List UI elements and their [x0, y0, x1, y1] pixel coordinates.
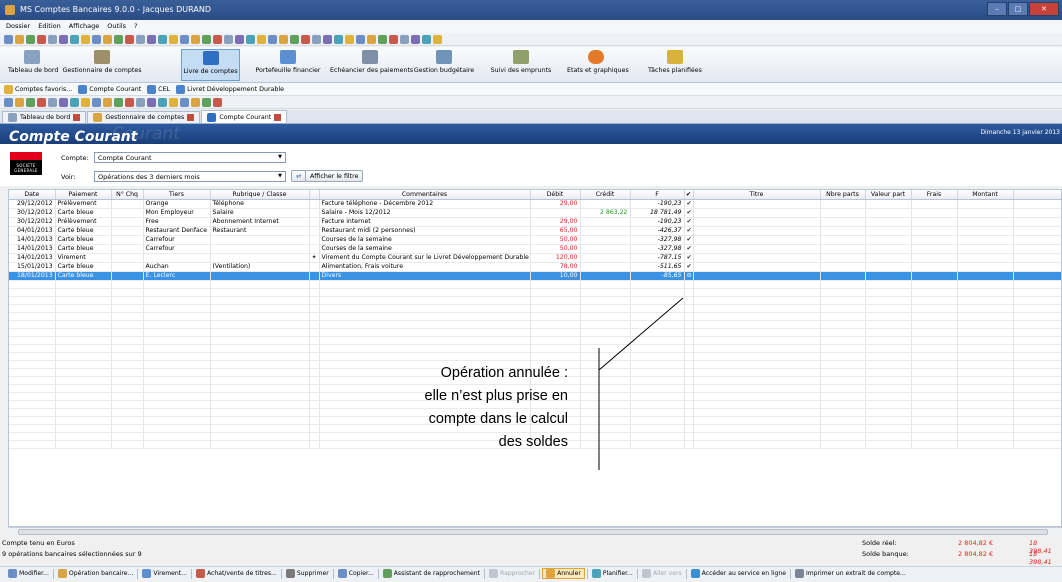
action-goto-button[interactable]: Aller vers [640, 569, 684, 578]
bank-balance-label: Solde banque: [862, 550, 909, 558]
separator [52, 568, 54, 579]
separator [332, 568, 334, 579]
action-transfer-button[interactable]: Virement... [140, 569, 189, 578]
action-shares-button[interactable]: Achat/vente de titres... [194, 569, 279, 578]
goto-icon [641, 569, 651, 578]
action-cancel-button[interactable]: Annuler [542, 568, 585, 579]
status-area: Compte tenu en Euros 9 opérations bancai… [0, 537, 1062, 566]
action-label: Supprimer [296, 570, 329, 577]
action-reconcile-button[interactable]: Assistant de rapprochement [381, 569, 482, 578]
action-label: Rapprocher [500, 570, 536, 577]
separator [377, 568, 379, 579]
action-print-button[interactable]: Imprimer un extrait de compte... [793, 569, 908, 578]
delete-icon [285, 569, 295, 578]
separator [685, 568, 687, 579]
operation-icon [57, 569, 67, 578]
transfer-icon [142, 569, 152, 578]
separator [586, 568, 588, 579]
annotation-text: Opération annulée : elle n’est plus pris… [424, 365, 568, 450]
print-icon [794, 569, 804, 578]
action-label: Opération bancaire... [68, 570, 134, 577]
action-label: Assistant de rapprochement [393, 570, 480, 577]
real-balance-label: Solde réel: [862, 539, 897, 547]
separator [190, 568, 192, 579]
action-check-button[interactable]: Rapprocher [487, 569, 537, 578]
separator [539, 568, 541, 579]
action-copy-button[interactable]: Copier... [336, 569, 376, 578]
bank-balance-value: 2 804,82 € [958, 550, 994, 558]
shares-icon [195, 569, 205, 578]
schedule-icon [591, 569, 601, 578]
action-label: Aller vers [652, 570, 682, 577]
cancel-icon [546, 569, 556, 578]
bank-balance-total: 18 398,41 [1029, 550, 1052, 566]
action-edit-button[interactable]: Modifier... [6, 569, 51, 578]
action-label: Planifier... [602, 570, 633, 577]
currency-info: Compte tenu en Euros [2, 539, 75, 547]
action-label: Annuler [557, 570, 581, 577]
online-icon [690, 569, 700, 578]
action-label: Accéder au service en ligne [701, 570, 786, 577]
action-label: Copier... [348, 570, 374, 577]
action-schedule-button[interactable]: Planifier... [590, 569, 635, 578]
annotation-lines [598, 297, 684, 470]
action-label: Virement... [153, 570, 187, 577]
reconcile-icon [382, 569, 392, 578]
separator [137, 568, 139, 579]
action-bar: Modifier... Opération bancaire... Virement… [0, 566, 1062, 580]
action-label: Achat/vente de titres... [206, 570, 277, 577]
edit-icon [8, 569, 17, 578]
selection-info: 9 opérations bancaires sélectionnées sur… [2, 550, 142, 558]
separator [484, 568, 485, 579]
separator [280, 568, 282, 579]
action-label: Modifier... [19, 570, 49, 577]
copy-icon [337, 569, 347, 578]
real-balance-value: 2 804,82 € [958, 539, 994, 547]
action-operation-button[interactable]: Opération bancaire... [56, 569, 135, 578]
action-label: Imprimer un extrait de compte... [805, 570, 906, 577]
action-delete-button[interactable]: Supprimer [284, 569, 331, 578]
action-online-button[interactable]: Accéder au service en ligne [689, 569, 788, 578]
separator [636, 568, 638, 579]
check-icon [489, 569, 498, 578]
separator [789, 568, 791, 579]
annotation-pointer [598, 297, 684, 371]
